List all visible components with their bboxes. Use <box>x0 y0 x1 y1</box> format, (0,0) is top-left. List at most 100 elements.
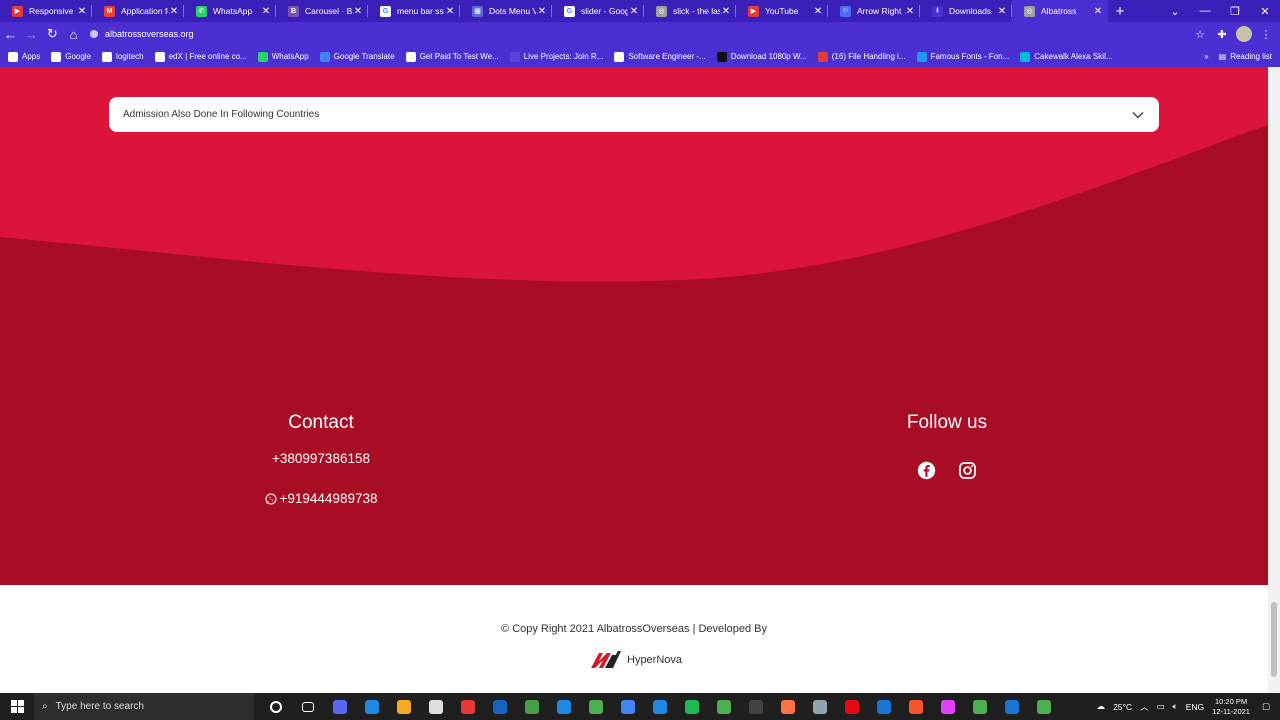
page-scrollbar[interactable] <box>1268 67 1280 693</box>
taskbar-app-icon[interactable] <box>868 693 900 720</box>
language-indicator[interactable]: ENG <box>1186 702 1204 712</box>
bookmark-item[interactable]: Software Engineer -... <box>614 51 706 62</box>
bookmark-item[interactable]: Get Paid To Test We... <box>405 51 499 62</box>
tab-close-icon[interactable]: ✕ <box>352 6 364 17</box>
new-tab-button[interactable]: + <box>1108 0 1132 22</box>
tab-close-icon[interactable]: ✕ <box>444 6 456 17</box>
browser-tab[interactable]: B Carousel · Bo ✕ <box>276 0 368 22</box>
bookmark-item[interactable]: Apps <box>8 51 40 62</box>
taskbar-app-icon[interactable] <box>548 693 580 720</box>
browser-tab[interactable]: ▶ YouTube ✕ <box>736 0 828 22</box>
taskbar-app-icon[interactable] <box>676 693 708 720</box>
tab-close-icon[interactable]: ✕ <box>536 6 548 17</box>
task-view-icon[interactable] <box>292 693 324 720</box>
bookmark-item[interactable]: Famous Fonts - Fon... <box>916 51 1009 62</box>
bookmark-item[interactable]: Google <box>51 51 91 62</box>
browser-tab[interactable]: Gmenu bar ssv ✕ <box>368 0 460 22</box>
browser-tab[interactable]: ▦ Dots Menu Ve✕ <box>460 0 552 22</box>
taskbar-app-icon[interactable] <box>804 693 836 720</box>
taskbar-app-icon[interactable] <box>420 693 452 720</box>
chevron-double-right-icon[interactable]: » <box>1204 52 1208 61</box>
browser-tab[interactable]: ⚐ Arrow Right I ✕ <box>828 0 920 22</box>
back-button[interactable]: ← <box>0 22 21 46</box>
tab-close-icon[interactable]: ✕ <box>720 6 732 17</box>
taskbar-app-icon[interactable] <box>708 693 740 720</box>
taskbar-app-icon[interactable] <box>964 693 996 720</box>
tab-close-icon[interactable]: ✕ <box>260 6 272 17</box>
browser-tab[interactable]: ◎ slick - the las ✕ <box>644 0 736 22</box>
taskbar-app-icon[interactable] <box>932 693 964 720</box>
start-button[interactable] <box>0 693 34 720</box>
tab-close-icon[interactable]: ✕ <box>1092 6 1104 17</box>
profile-avatar[interactable] <box>1236 26 1252 42</box>
developer-link[interactable]: HyperNova <box>590 649 682 671</box>
browser-tab[interactable]: ⭳ Downloads ✕ <box>920 0 1012 22</box>
instagram-icon[interactable] <box>958 461 977 480</box>
taskbar-search[interactable]: ⌕ Type here to search <box>34 693 254 720</box>
hero-section: Admission Also Done In Following Countri… <box>0 67 1268 585</box>
taskbar-app-icon[interactable] <box>388 693 420 720</box>
taskbar-app-icon[interactable] <box>516 693 548 720</box>
bookmark-star-icon[interactable]: ☆ <box>1192 26 1208 42</box>
weather-icon[interactable]: ☁ <box>1097 701 1106 712</box>
taskbar-app-icon[interactable] <box>580 693 612 720</box>
taskbar-app-icon[interactable] <box>356 693 388 720</box>
tab-close-icon[interactable]: ✕ <box>904 6 916 17</box>
bookmark-item[interactable]: logitech <box>102 51 144 62</box>
extensions-icon[interactable]: ✚ <box>1214 26 1230 42</box>
bookmark-item[interactable]: edX | Free online co... <box>154 51 247 62</box>
clock[interactable]: 10:20 PM 12-11-2021 <box>1212 697 1250 717</box>
home-button[interactable]: ⌂ <box>63 22 84 46</box>
taskbar-app-icon[interactable] <box>996 693 1028 720</box>
browser-tab[interactable]: M Application fo ✕ <box>92 0 184 22</box>
taskbar-app-icon[interactable] <box>772 693 804 720</box>
system-tray: ☁ 25°C ︿ ▭ 🔈︎ ENG 10:20 PM 12-11-2021 ▢ <box>1097 693 1280 720</box>
notifications-icon[interactable]: ▢ <box>1262 701 1270 712</box>
countries-accordion[interactable]: Admission Also Done In Following Countri… <box>109 97 1159 132</box>
reading-list-icon[interactable]: ▤ <box>1219 52 1227 61</box>
bookmark-item[interactable]: Google Translate <box>319 51 395 62</box>
facebook-icon[interactable] <box>917 461 936 480</box>
network-icon[interactable]: ▭ <box>1157 701 1165 712</box>
taskbar-app-icon[interactable] <box>452 693 484 720</box>
browser-tab[interactable]: Gslider - Goog ✕ <box>552 0 644 22</box>
menu-dots-icon[interactable]: ⋮ <box>1258 26 1274 42</box>
bookmark-label: WhatsApp <box>271 52 309 61</box>
reading-list-button[interactable]: Reading list <box>1230 52 1272 61</box>
bookmark-item[interactable]: Live Projects: Join R... <box>509 51 603 62</box>
taskbar-app-icon[interactable] <box>612 693 644 720</box>
browser-tab[interactable]: ✆ WhatsApp ✕ <box>184 0 276 22</box>
tab-close-icon[interactable]: ✕ <box>996 6 1008 17</box>
taskbar-app-icon[interactable] <box>644 693 676 720</box>
tab-close-icon[interactable]: ✕ <box>812 6 824 17</box>
weather-temp[interactable]: 25°C <box>1113 702 1132 712</box>
taskbar-app-icon[interactable] <box>324 693 356 720</box>
volume-icon[interactable]: 🔈︎ <box>1173 701 1178 712</box>
tab-close-icon[interactable]: ✕ <box>628 6 640 17</box>
phone-link[interactable]: +380997386158 <box>221 451 421 466</box>
browser-tab[interactable]: ▶ Responsive Sl✕ <box>0 0 92 22</box>
close-window-button[interactable]: ✕ <box>1250 0 1280 22</box>
taskbar-app-icon[interactable] <box>836 693 868 720</box>
bookmark-item[interactable]: (16) File Handling i... <box>817 51 906 62</box>
bookmark-item[interactable]: Download 1080p W... <box>716 51 807 62</box>
scrollbar-thumb[interactable] <box>1271 602 1277 677</box>
bookmark-item[interactable]: WhatsApp <box>257 51 309 62</box>
minimize-button[interactable]: — <box>1190 0 1220 22</box>
url-field[interactable]: albatrossoverseas.org <box>90 25 1190 43</box>
cortana-icon[interactable] <box>260 693 292 720</box>
forward-button[interactable]: → <box>21 22 42 46</box>
restore-button[interactable]: ❐ <box>1220 0 1250 22</box>
taskbar-app-icon[interactable] <box>740 693 772 720</box>
reload-button[interactable]: ↻ <box>42 22 63 46</box>
taskbar-app-icon[interactable] <box>1028 693 1060 720</box>
taskbar-app-icon[interactable] <box>900 693 932 720</box>
tab-close-icon[interactable]: ✕ <box>76 6 88 17</box>
tab-close-icon[interactable]: ✕ <box>168 6 180 17</box>
bookmark-item[interactable]: Cakewalk Alexa Skil... <box>1020 51 1113 62</box>
whatsapp-link[interactable]: +919444989738 <box>221 491 421 506</box>
tray-expand-icon[interactable]: ︿ <box>1140 701 1149 713</box>
browser-tab[interactable]: ◎ Albatross ✕ <box>1012 0 1108 22</box>
taskbar-app-icon[interactable] <box>484 693 516 720</box>
tab-search-icon[interactable]: ⌄ <box>1160 0 1190 22</box>
